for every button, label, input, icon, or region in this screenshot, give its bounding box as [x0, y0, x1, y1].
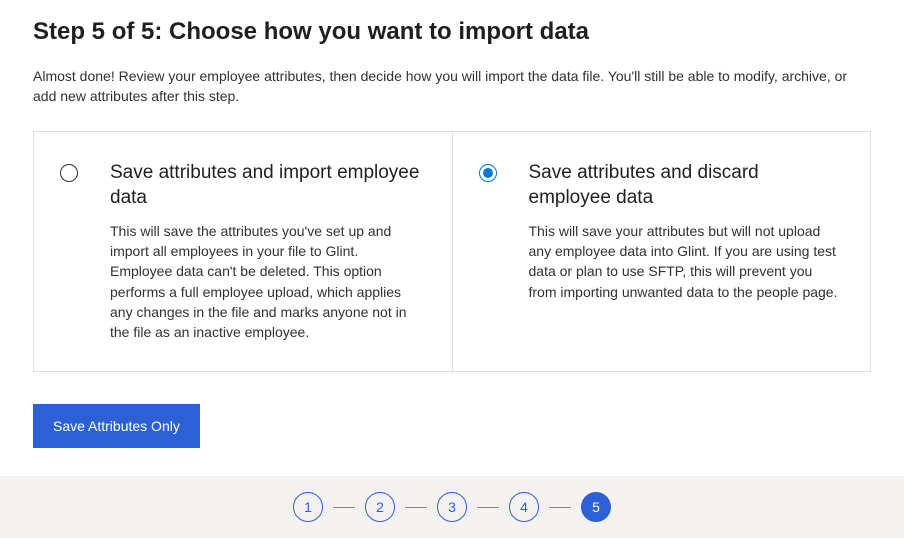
option-grid: Save attributes and import employee data… [33, 131, 871, 372]
page-description: Almost done! Review your employee attrib… [33, 66, 871, 107]
step-2[interactable]: 2 [365, 492, 395, 522]
step-connector [405, 507, 427, 508]
option-save-and-import[interactable]: Save attributes and import employee data… [34, 132, 452, 371]
radio-icon [60, 164, 78, 182]
step-1[interactable]: 1 [293, 492, 323, 522]
step-connector [477, 507, 499, 508]
step-5[interactable]: 5 [581, 492, 611, 522]
step-connector [549, 507, 571, 508]
page-title: Step 5 of 5: Choose how you want to impo… [33, 18, 871, 46]
option-description: This will save your attributes but will … [529, 221, 841, 302]
option-title: Save attributes and import employee data [110, 160, 422, 211]
radio-icon [479, 164, 497, 182]
step-3[interactable]: 3 [437, 492, 467, 522]
step-connector [333, 507, 355, 508]
actions-row: Save Attributes Only [33, 404, 871, 448]
option-title: Save attributes and discard employee dat… [529, 160, 841, 211]
option-description: This will save the attributes you've set… [110, 221, 422, 343]
option-save-and-discard[interactable]: Save attributes and discard employee dat… [452, 132, 871, 371]
stepper: 1 2 3 4 5 [0, 476, 904, 538]
save-attributes-only-button[interactable]: Save Attributes Only [33, 404, 200, 448]
step-4[interactable]: 4 [509, 492, 539, 522]
